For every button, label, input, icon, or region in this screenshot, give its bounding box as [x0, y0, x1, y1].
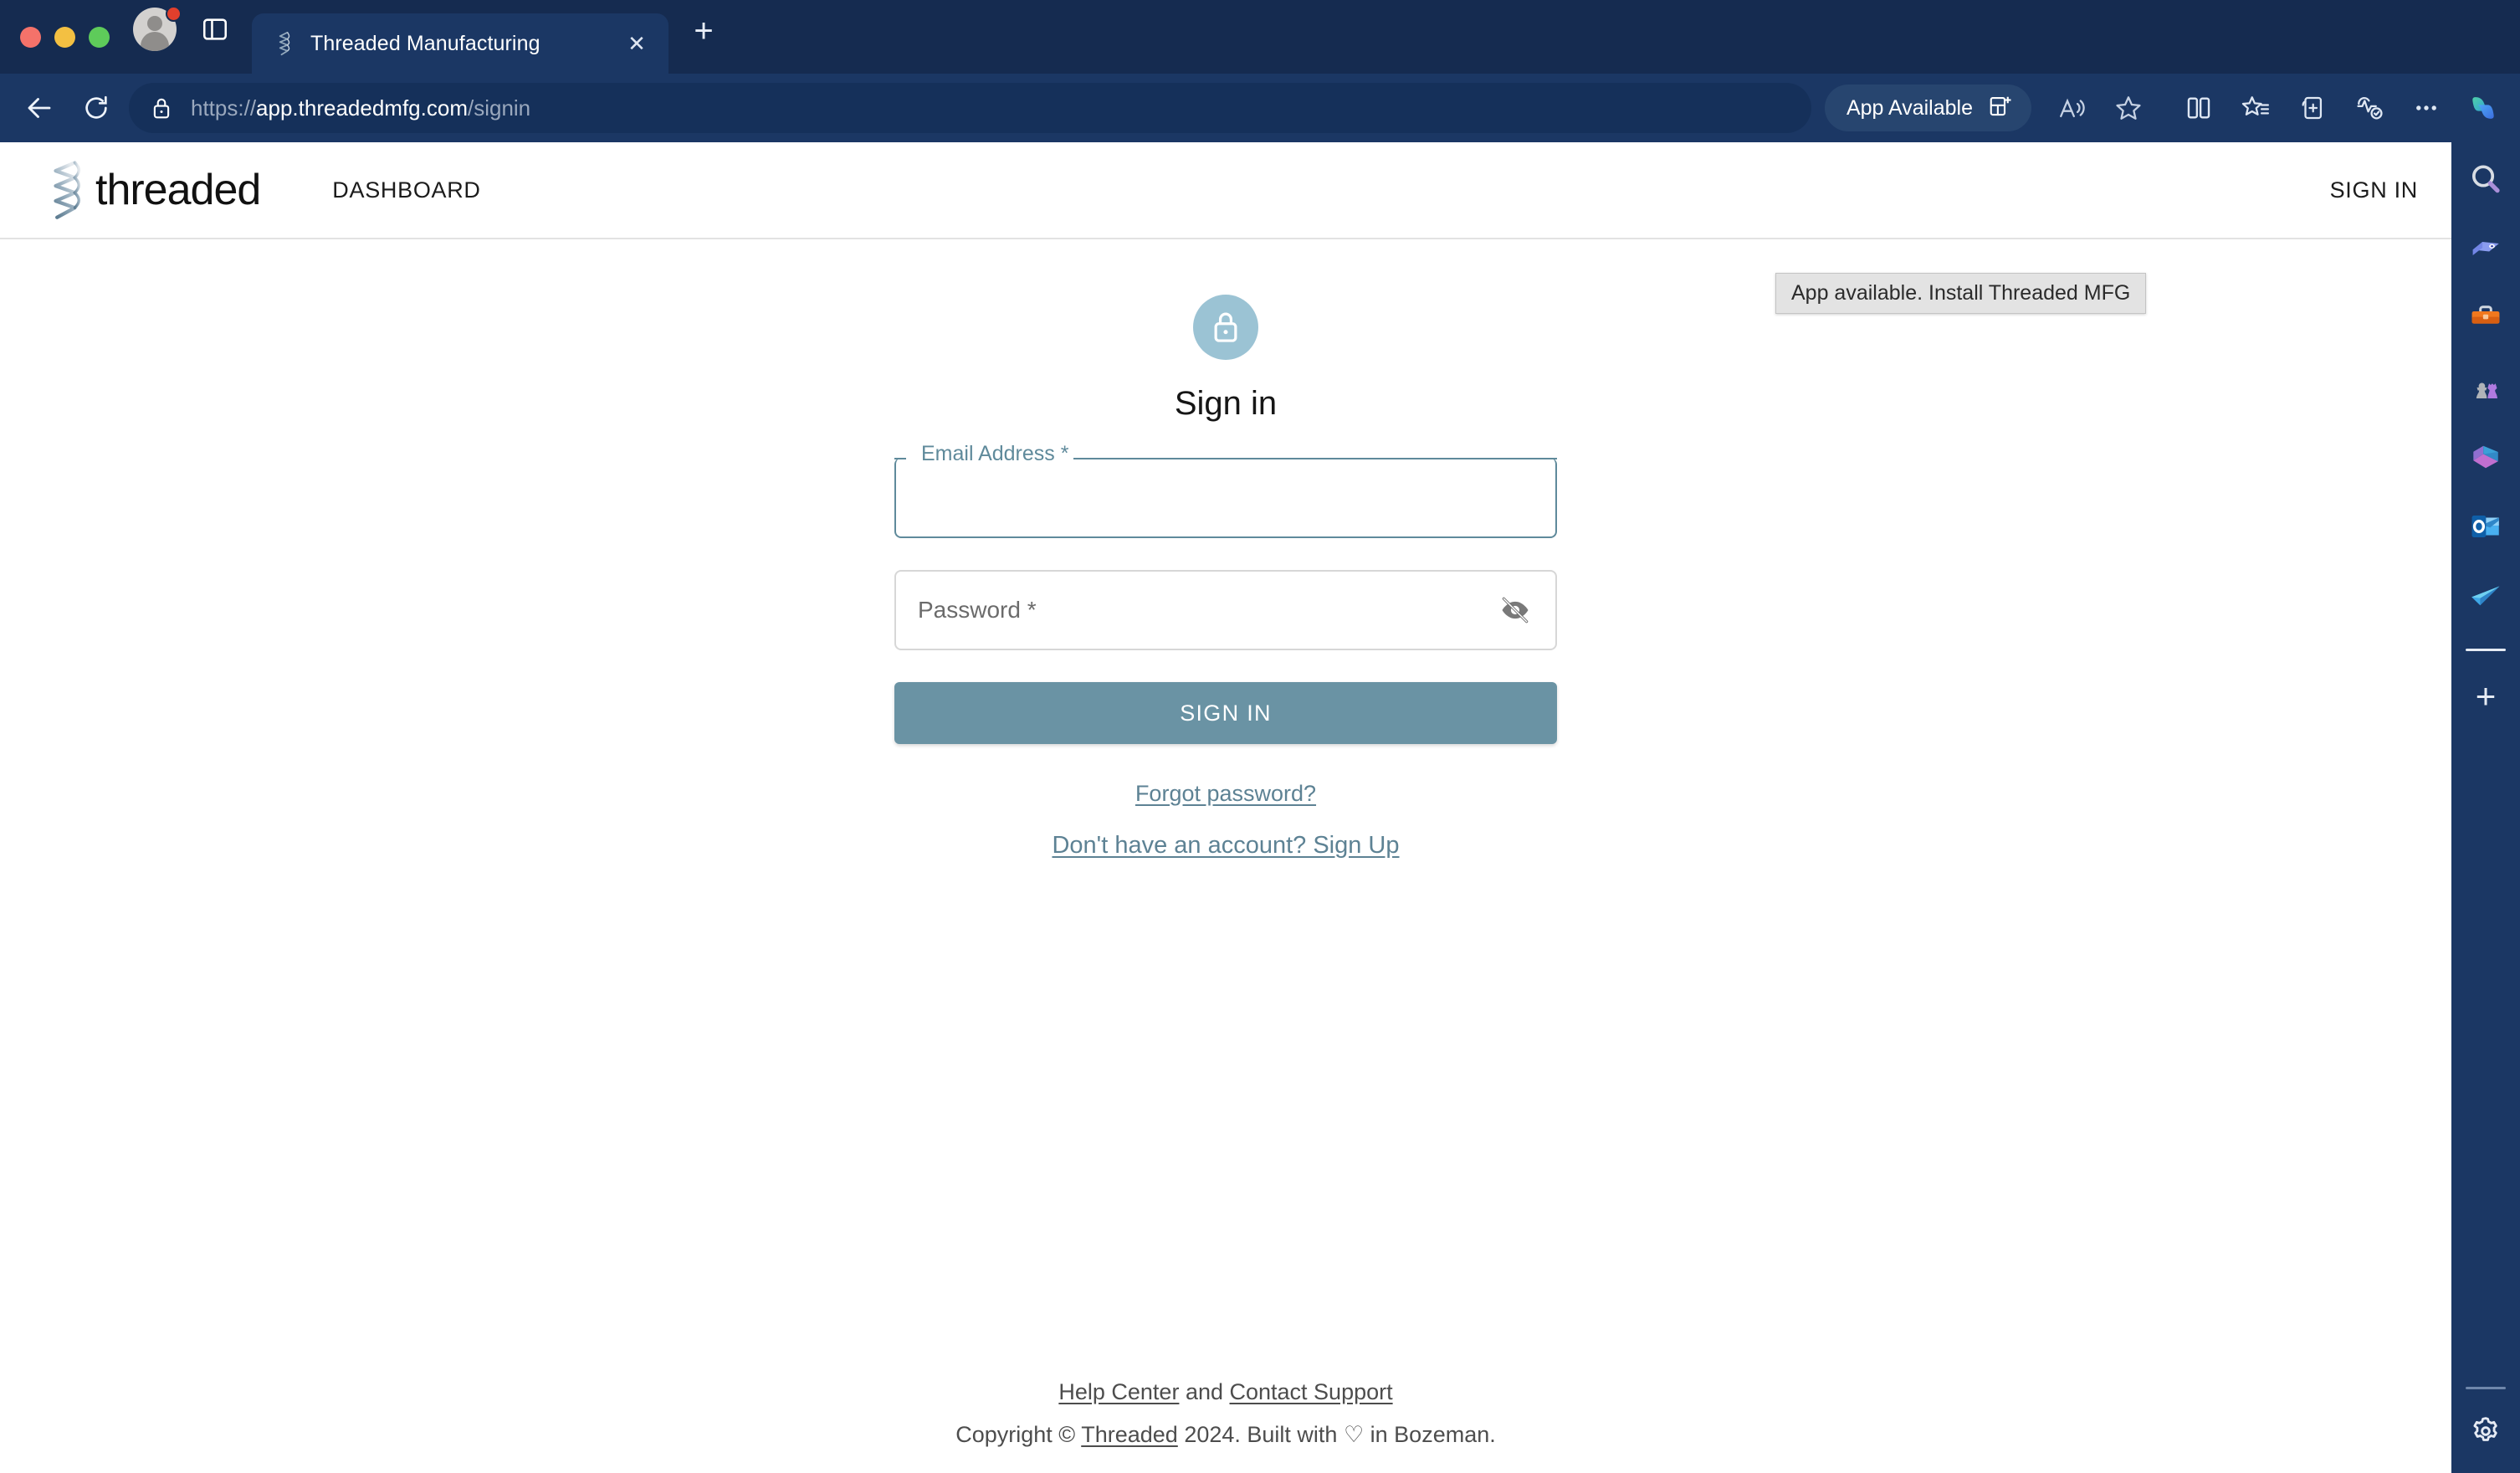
url-text: https://app.threadedmfg.com/signin [191, 95, 530, 121]
email-field[interactable]: Email Address * [894, 444, 1557, 538]
profile-avatar-button[interactable] [133, 6, 182, 54]
install-app-button[interactable]: App Available [1824, 85, 2031, 131]
header-signin-link[interactable]: SIGN IN [2330, 177, 2418, 203]
copyright-suffix: in Bozeman. [1364, 1422, 1496, 1447]
footer-support-line: Help Center and Contact Support [0, 1379, 2451, 1405]
outlook-icon[interactable] [2462, 503, 2509, 550]
gear-icon[interactable] [2462, 1408, 2509, 1455]
contact-support-link[interactable]: Contact Support [1230, 1379, 1393, 1404]
add-sidebar-app-button[interactable]: + [2462, 673, 2509, 720]
minimize-window-button[interactable] [54, 26, 75, 48]
sidebar-bottom-divider [2466, 1387, 2506, 1389]
new-tab-button[interactable]: + [684, 11, 724, 51]
url-host: app.threadedmfg.com [256, 95, 468, 121]
send-icon[interactable] [2462, 572, 2509, 619]
tab-title: Threaded Manufacturing [310, 31, 540, 55]
back-arrow-icon[interactable] [15, 84, 64, 132]
page-footer: Help Center and Contact Support Copyrigh… [0, 1379, 2451, 1448]
settings-and-more-icon[interactable] [2402, 84, 2451, 132]
footer-and-label: and [1179, 1379, 1230, 1404]
signin-form: Email Address * Password * SIGN IN Forgo… [894, 444, 1557, 860]
install-app-label: App Available [1846, 95, 1973, 120]
forgot-password-link[interactable]: Forgot password? [1135, 781, 1316, 806]
split-screen-icon[interactable] [197, 11, 233, 48]
copyright-prefix: Copyright © [955, 1422, 1082, 1447]
lock-icon [1193, 295, 1258, 360]
page-content: App available. Install Threaded MFG thre… [0, 142, 2451, 1473]
signin-submit-button[interactable]: SIGN IN [894, 682, 1557, 744]
tools-icon[interactable] [2462, 295, 2509, 341]
edge-sidebar: + [2451, 142, 2520, 1473]
viewport-row: App available. Install Threaded MFG thre… [0, 142, 2520, 1473]
microsoft-365-icon[interactable] [2462, 434, 2509, 480]
read-aloud-icon[interactable] [2047, 84, 2096, 132]
tab-strip: Threaded Manufacturing ✕ + [0, 0, 2520, 74]
threaded-logo-icon [274, 31, 295, 56]
signin-panel: Sign in Email Address * Password * SIGN … [0, 239, 2451, 860]
brand-name: threaded [95, 166, 261, 214]
email-input[interactable] [894, 458, 1557, 538]
url-scheme: https:// [191, 95, 257, 121]
signup-link[interactable]: Don't have an account? Sign Up [1052, 832, 1399, 859]
search-icon[interactable] [2462, 156, 2509, 203]
maximize-window-button[interactable] [89, 26, 110, 48]
threaded-company-link[interactable]: Threaded [1081, 1422, 1178, 1447]
reload-icon[interactable] [72, 84, 120, 132]
notification-badge [166, 6, 182, 22]
browser-essentials-icon[interactable] [2345, 84, 2394, 132]
forgot-password-row: Forgot password? [894, 781, 1557, 807]
close-tab-button[interactable]: ✕ [623, 30, 650, 57]
app-header: threaded DASHBOARD SIGN IN [0, 142, 2451, 239]
help-center-link[interactable]: Help Center [1058, 1379, 1179, 1404]
url-path: /signin [467, 95, 531, 121]
copilot-icon[interactable] [2459, 84, 2507, 132]
split-screen-icon[interactable] [2174, 84, 2223, 132]
password-field[interactable]: Password * [894, 570, 1557, 650]
install-app-icon [1988, 94, 2013, 123]
nav-dashboard[interactable]: DASHBOARD [332, 177, 480, 203]
browser-tab[interactable]: Threaded Manufacturing ✕ [252, 13, 668, 74]
brand-logo[interactable]: threaded [44, 160, 261, 220]
favorites-icon[interactable] [2231, 84, 2280, 132]
threaded-zigzag-logo-icon [44, 160, 87, 220]
browser-toolbar: https://app.threadedmfg.com/signin App A… [0, 74, 2520, 142]
sidebar-divider [2466, 649, 2506, 651]
page-title: Sign in [1174, 385, 1278, 422]
copyright-mid: 2024. Built with [1177, 1422, 1344, 1447]
address-bar[interactable]: https://app.threadedmfg.com/signin [129, 83, 1811, 133]
collections-icon[interactable] [2288, 84, 2337, 132]
password-input[interactable] [894, 570, 1557, 650]
add-favorite-icon[interactable] [2104, 84, 2153, 132]
window-traffic-lights [20, 0, 133, 74]
install-app-tooltip: App available. Install Threaded MFG [1775, 273, 2147, 314]
close-window-button[interactable] [20, 26, 41, 48]
signup-row: Don't have an account? Sign Up [894, 832, 1557, 860]
shopping-tag-icon[interactable] [2462, 225, 2509, 272]
site-lock-icon [151, 95, 172, 121]
heart-icon: ♡ [1343, 1422, 1365, 1447]
eye-off-icon[interactable] [1495, 590, 1535, 630]
footer-copyright-line: Copyright © Threaded 2024. Built with ♡ … [0, 1422, 2451, 1448]
games-icon[interactable] [2462, 364, 2509, 411]
browser-window: Threaded Manufacturing ✕ + https://app.t… [0, 0, 2520, 1473]
